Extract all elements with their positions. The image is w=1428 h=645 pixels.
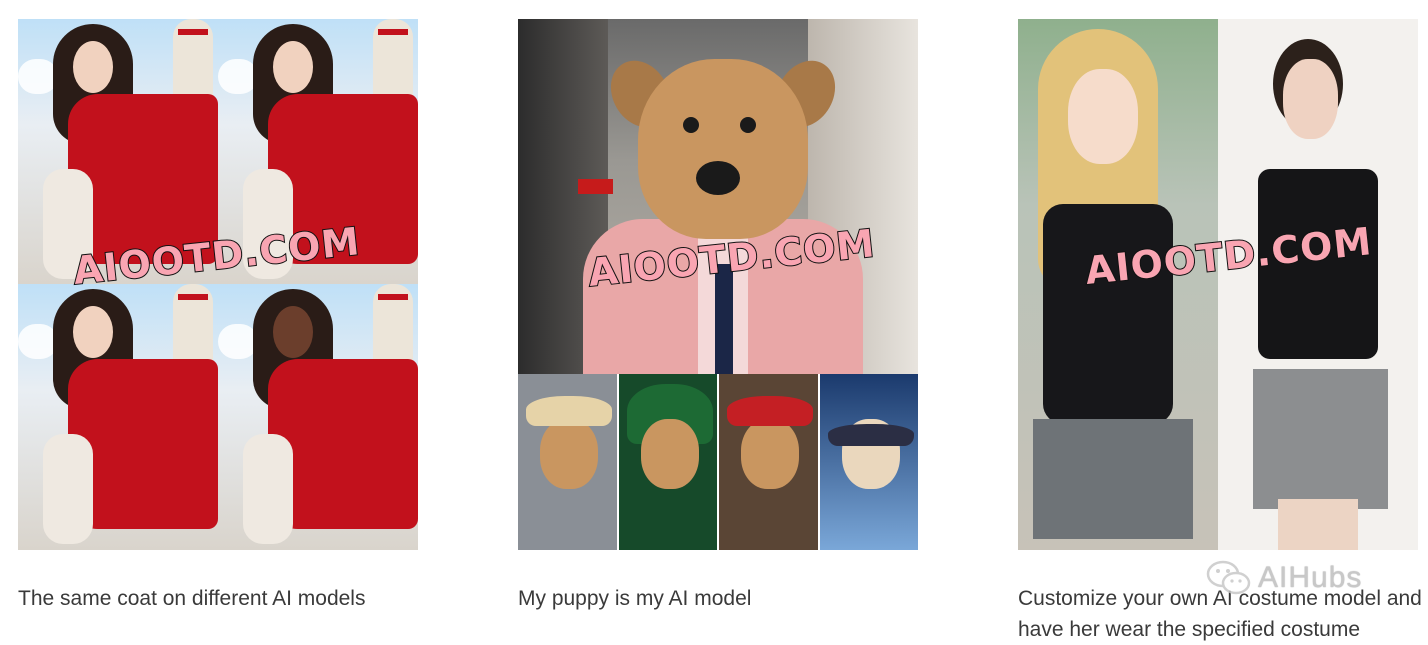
brand-label: AIHubs bbox=[1258, 561, 1363, 594]
dog-green-hood-photo bbox=[618, 374, 719, 550]
anime-model-illustration bbox=[1018, 19, 1218, 550]
brand-watermark: AIHubs bbox=[1206, 558, 1362, 598]
model-2-photo bbox=[218, 19, 418, 284]
model-4-photo bbox=[218, 284, 418, 550]
card-same-coat: AIOOTD.COM The same coat on different AI… bbox=[18, 19, 418, 610]
same-coat-image[interactable]: AIOOTD.COM bbox=[18, 19, 418, 550]
card-puppy-model: AIOOTD.COM My puppy is my AI model bbox=[518, 19, 918, 610]
model-3-photo bbox=[18, 284, 218, 550]
card-costume-model: AIOOTD.COM Customize your own AI costume… bbox=[1018, 19, 1422, 641]
real-model-photo bbox=[1218, 19, 1418, 550]
wechat-icon bbox=[1206, 560, 1251, 595]
dog-goggles-photo bbox=[819, 374, 918, 550]
puppy-image[interactable]: AIOOTD.COM bbox=[518, 19, 918, 550]
model-grid bbox=[18, 19, 418, 550]
costume-image[interactable]: AIOOTD.COM bbox=[1018, 19, 1418, 550]
model-1-photo bbox=[18, 19, 218, 284]
card-caption: My puppy is my AI model bbox=[518, 587, 752, 610]
dog-variants-strip bbox=[518, 374, 918, 550]
dog-suit-photo bbox=[518, 19, 918, 379]
dog-red-beret-photo bbox=[719, 374, 820, 550]
card-caption: The same coat on different AI models bbox=[18, 587, 366, 610]
dog-straw-hat-photo bbox=[518, 374, 619, 550]
